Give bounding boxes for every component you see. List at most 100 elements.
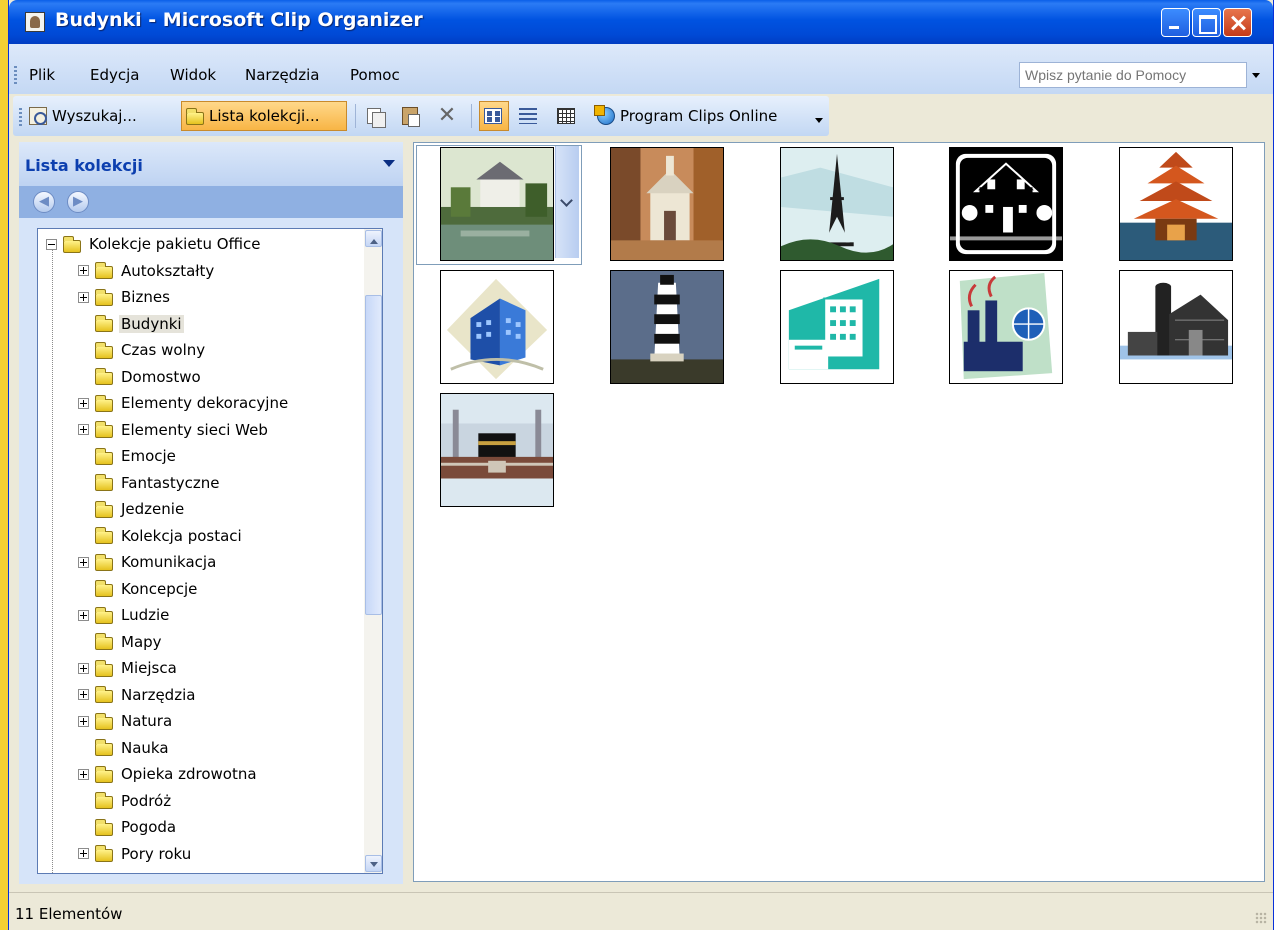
toolbar-options-chevron-icon[interactable] [814,116,824,126]
menu-help[interactable]: Pomoc [350,66,400,84]
list-view-button[interactable] [515,101,541,131]
expand-icon[interactable] [78,265,89,276]
tree-item[interactable]: Jedzenie [78,498,186,520]
thumbnails-view-button[interactable] [479,101,509,131]
expand-icon[interactable] [78,715,89,727]
toolbar: Wyszukaj... Lista kolekcji... ✕ Program … [9,94,1273,140]
search-button[interactable]: Wyszukaj... [25,101,141,131]
collection-list-label: Lista kolekcji... [209,107,320,125]
folder-icon [186,107,204,125]
collection-tree[interactable]: Kolekcje pakietu Office Autokształty Bizne… [37,228,383,874]
tree-item-label: Nauka [121,738,169,757]
tree-item[interactable]: Natura [78,710,174,732]
menu-tools[interactable]: Narzędzia [245,66,319,84]
clips-online-button[interactable]: Program Clips Online [593,101,781,131]
expand-icon[interactable] [78,689,89,700]
tree-item[interactable]: Kolekcje pakietu Office [46,233,263,255]
forward-arrow-icon[interactable]: ▶ [67,191,89,213]
expand-icon[interactable] [78,848,89,859]
help-question-input[interactable] [1019,62,1247,88]
toolbar-grip[interactable] [19,108,22,126]
scroll-down-icon[interactable] [365,855,382,872]
expand-icon[interactable] [78,662,89,674]
tree-item[interactable]: Komunikacja [78,551,218,573]
menu-file[interactable]: Plik [29,66,55,84]
factory-globe-clip[interactable] [949,270,1063,384]
title-bar[interactable]: Budynki - Microsoft Clip Organizer [9,0,1273,44]
pane-menu-chevron-icon[interactable] [383,160,395,170]
resize-grip-icon[interactable] [1255,912,1267,924]
paste-button[interactable] [398,101,422,131]
menu-edit[interactable]: Edycja [90,66,139,84]
collection-list-button[interactable]: Lista kolekcji... [181,101,347,131]
house-by-lake-clip[interactable] [440,147,554,261]
tree-item[interactable]: Koncepcje [78,578,199,600]
barn-silo-clip[interactable] [1119,270,1233,384]
tree-item[interactable]: Emocje [78,445,178,467]
list-icon [519,108,537,124]
house-silhouette-clip[interactable] [949,147,1063,261]
delete-button[interactable]: ✕ [433,101,461,131]
clip-gallery[interactable] [413,142,1265,882]
minimize-button[interactable] [1161,8,1190,37]
tree-item[interactable]: Podróż [78,790,173,812]
tree-item[interactable]: Nauka [78,737,171,759]
kaaba-clip[interactable] [440,393,554,507]
menu-grip[interactable] [14,66,17,84]
expand-icon[interactable] [78,609,89,621]
menu-view[interactable]: Widok [170,66,216,84]
back-arrow-icon[interactable]: ◀ [33,191,55,213]
lighthouse-clip[interactable] [610,270,724,384]
tree-item[interactable]: Budynki [78,313,184,335]
scroll-up-icon[interactable] [365,230,382,247]
scroll-thumb[interactable] [365,295,382,615]
collapse-icon[interactable] [46,238,57,250]
maximize-button[interactable] [1192,8,1221,37]
tree-item[interactable]: Narzędzia [78,684,197,706]
tree-item[interactable]: Elementy sieci Web [78,419,270,441]
copy-button[interactable] [363,101,386,131]
close-button[interactable] [1223,8,1252,37]
expand-icon[interactable] [78,397,89,409]
collection-list-pane: Lista kolekcji ◀ ▶ Kolekcje pakietu Offi… [13,140,409,888]
tree-item[interactable]: Mapy [78,631,164,653]
expand-icon[interactable] [78,424,89,435]
office-tower-clip[interactable] [440,270,554,384]
tree-item[interactable]: Miejsca [78,657,179,679]
tree-item[interactable]: Pory roku [78,843,193,865]
tree-item[interactable]: Elementy dekoracyjne [78,392,290,414]
window-title: Budynki - Microsoft Clip Organizer [55,9,423,31]
app-icon[interactable] [25,12,45,32]
church-autumn-clip[interactable] [610,147,724,261]
tree-scrollbar[interactable] [364,229,382,873]
lighthouse-clip-image [611,271,723,383]
help-dropdown-button[interactable] [1247,62,1265,88]
tree-item-label: Fantastyczne [121,473,220,492]
copy-icon [367,108,386,128]
eiffel-tower-clip[interactable] [780,147,894,261]
tree-item[interactable]: Czas wolny [78,339,207,361]
tree-item[interactable]: Ludzie [78,604,171,626]
tree-item[interactable]: Domostwo [78,366,203,388]
status-bar: 11 Elementów [9,892,1273,930]
gallery-bottom-border [413,882,1265,888]
expand-icon[interactable] [78,556,89,568]
tree-item[interactable]: Autokształty [78,260,216,282]
tree-item[interactable]: Biznes [78,286,172,308]
tree-item[interactable]: Pogoda [78,816,178,838]
folder-icon [95,527,113,544]
expand-icon[interactable] [78,291,89,303]
expand-icon[interactable] [78,768,89,780]
pagoda-clip[interactable] [1119,147,1233,261]
clip-menu-dropdown-icon[interactable] [555,146,579,258]
pane-navigation: ◀ ▶ [19,186,403,218]
details-view-button[interactable] [553,101,579,131]
tree-item[interactable]: Opieka zdrowotna [78,763,259,785]
tree-item-label: Komunikacja [121,553,217,571]
folder-icon [95,421,113,438]
tree-item-label: Budynki [119,314,184,333]
factory-teal-clip[interactable] [780,270,894,384]
tree-item[interactable]: Kolekcja postaci [78,525,244,547]
folder-icon [95,633,113,650]
tree-item[interactable]: Fantastyczne [78,472,221,494]
